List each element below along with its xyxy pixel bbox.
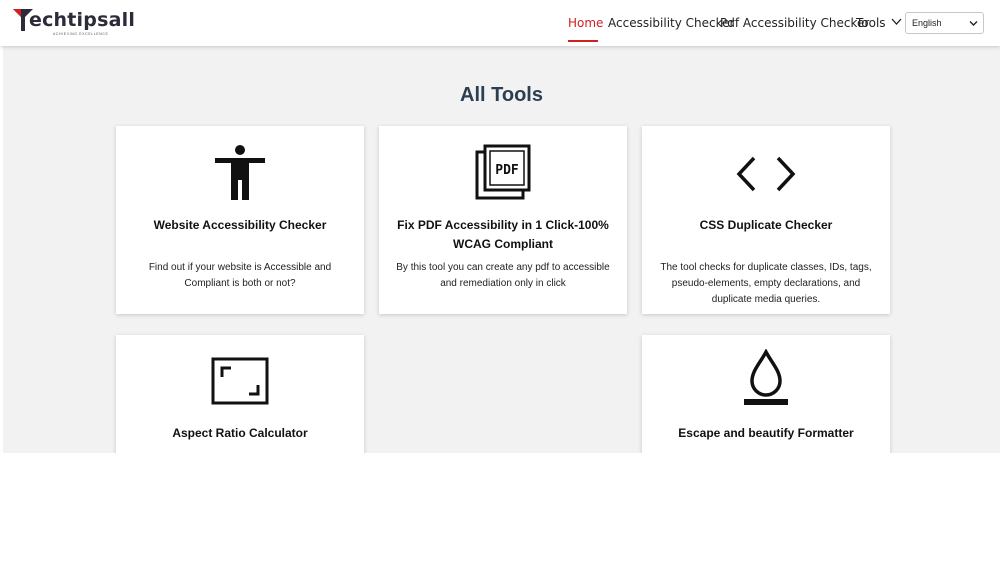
pdf-icon: PDF xyxy=(379,144,627,202)
language-selected-value: English xyxy=(912,18,942,28)
brand-logo[interactable]: echtipsall ACHIEVING EXCELLENCE xyxy=(13,9,135,37)
card-description: Find out if your website is Accessible a… xyxy=(148,262,332,289)
language-select[interactable]: English xyxy=(905,12,984,34)
site-header: echtipsall ACHIEVING EXCELLENCE Home Acc… xyxy=(0,0,1000,46)
card-description: By this tool you can create any pdf to a… xyxy=(396,262,610,289)
card-title: Website Accessibility Checker xyxy=(153,218,327,232)
code-brackets-icon xyxy=(642,154,890,194)
card-title: Aspect Ratio Calculator xyxy=(172,426,308,440)
nav-pdf-accessibility-checker[interactable]: Pdf Accessibility Checker xyxy=(720,16,869,30)
svg-text:PDF: PDF xyxy=(495,163,519,178)
card-title: Fix PDF Accessibility in 1 Click-100% WC… xyxy=(397,218,609,251)
tool-card-aspect-ratio-calculator[interactable]: Aspect Ratio Calculator xyxy=(116,335,364,453)
brand-name: echtipsall xyxy=(29,9,136,31)
brand-tagline: ACHIEVING EXCELLENCE xyxy=(53,32,109,36)
nav-tools-label: Tools xyxy=(856,16,886,30)
card-title: CSS Duplicate Checker xyxy=(699,218,833,232)
nav-accessibility-checker[interactable]: Accessibility Checker xyxy=(608,16,734,30)
page-title: All Tools xyxy=(460,84,543,106)
tool-card-escape-beautify-formatter[interactable]: Escape and beautify Formatter xyxy=(642,335,890,453)
nav-home[interactable]: Home xyxy=(568,16,603,30)
aspect-ratio-icon xyxy=(116,357,364,405)
tool-card-fix-pdf-accessibility[interactable]: PDF Fix PDF Accessibility in 1 Click-100… xyxy=(379,126,627,314)
card-description: The tool checks for duplicate classes, I… xyxy=(660,262,872,305)
tool-card-css-duplicate-checker[interactable]: CSS Duplicate Checker The tool checks fo… xyxy=(642,126,890,314)
nav-active-indicator xyxy=(568,40,598,42)
chevron-down-icon xyxy=(891,18,902,25)
accessibility-person-icon xyxy=(116,144,364,202)
nav-tools[interactable]: Tools xyxy=(856,16,902,30)
card-title: Escape and beautify Formatter xyxy=(678,426,854,440)
drop-icon xyxy=(642,349,890,409)
select-chevron-icon xyxy=(969,21,978,26)
main-content: All Tools Website Accessibility Checker … xyxy=(3,46,1000,453)
tool-card-website-accessibility-checker[interactable]: Website Accessibility Checker Find out i… xyxy=(116,126,364,314)
